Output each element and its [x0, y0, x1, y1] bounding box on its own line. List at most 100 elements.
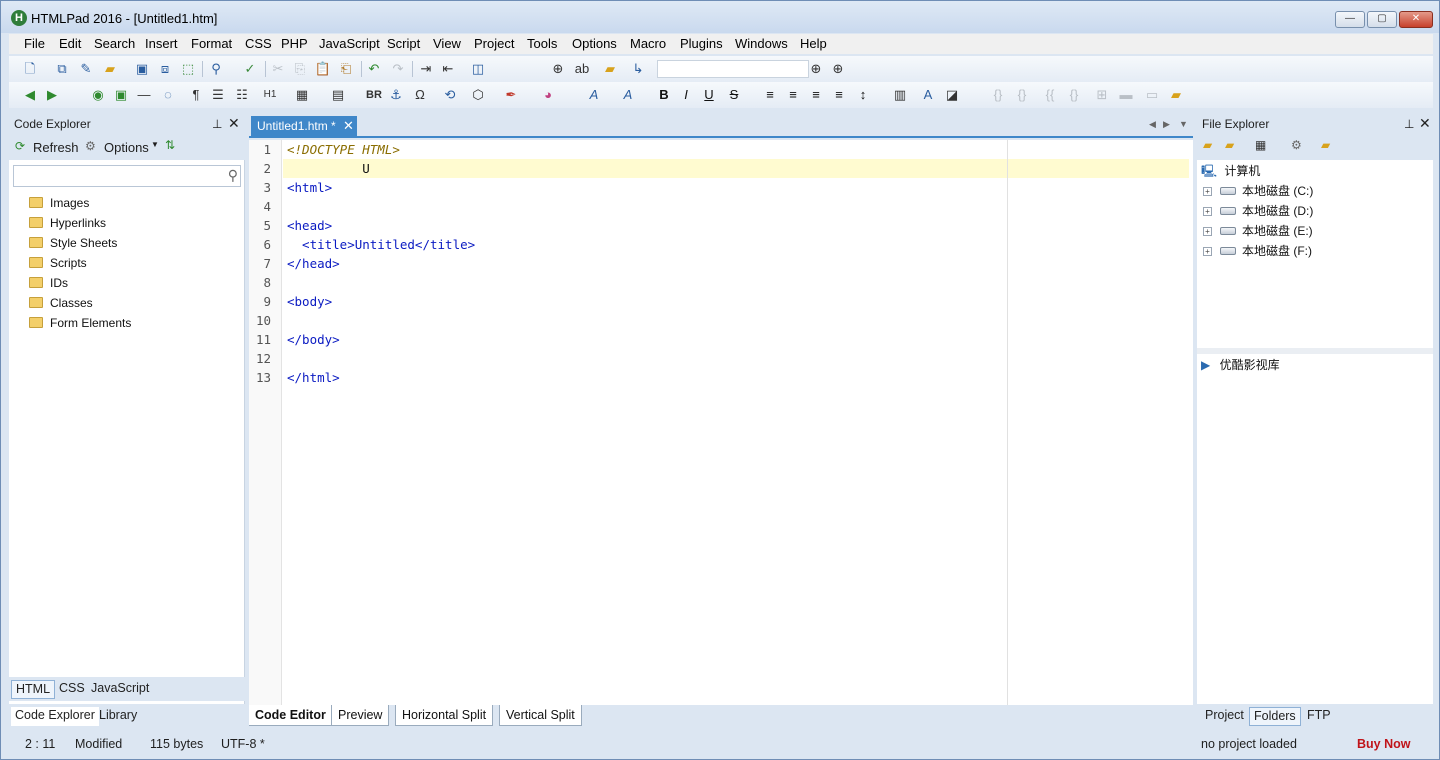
align-left-icon[interactable]: ≡	[761, 86, 779, 104]
special-char-icon[interactable]: Ω	[411, 86, 429, 104]
code-line[interactable]: </body>	[287, 330, 340, 349]
find-icon[interactable]: ⚲	[207, 60, 225, 78]
code-line[interactable]: <!DOCTYPE HTML>	[287, 140, 400, 159]
tab-folders[interactable]: Folders	[1249, 707, 1301, 726]
sort-icon[interactable]: ⇅	[165, 138, 175, 152]
find-next-icon[interactable]: ⊕	[807, 60, 825, 78]
menu-script[interactable]: Script	[387, 36, 420, 51]
tab-horizontal-split[interactable]: Horizontal Split	[395, 705, 494, 726]
options-dropdown-icon[interactable]: ▼	[151, 140, 159, 149]
close-button[interactable]: ✕	[1399, 11, 1433, 28]
replace-icon[interactable]: ab	[573, 60, 591, 78]
goto-icon[interactable]: ↳	[629, 60, 647, 78]
tag-icon[interactable]: ⬡	[469, 86, 487, 104]
code-editor[interactable]: 1 2 3 4 5 6 7 8 9 10 11 12 13 <!DOCTYPE HTML> U <html…	[249, 140, 1193, 705]
tab-ftp[interactable]: FTP	[1303, 707, 1335, 726]
pin-icon[interactable]: ⊥	[1404, 117, 1414, 131]
italic-icon[interactable]: I	[677, 86, 695, 104]
minimize-button[interactable]: —	[1335, 11, 1365, 28]
menu-javascript[interactable]: JavaScript	[319, 36, 380, 51]
pin-icon[interactable]: ⊥	[212, 117, 222, 131]
snippet-icon[interactable]: ⊞	[1093, 86, 1111, 104]
text-color-icon[interactable]: A	[919, 86, 937, 104]
up-folder-icon[interactable]: ▰	[1203, 138, 1212, 152]
tab-code-explorer[interactable]: Code Explorer	[11, 707, 99, 726]
fill-icon[interactable]: ◪	[943, 86, 961, 104]
expand-icon[interactable]: +	[1203, 187, 1212, 196]
code-brackets-icon[interactable]: {{	[1041, 86, 1059, 104]
search-combo[interactable]	[657, 60, 809, 78]
menu-edit[interactable]: Edit	[59, 36, 81, 51]
layout-icon[interactable]: ◫	[469, 60, 487, 78]
horizontal-rule-icon[interactable]: —	[135, 86, 153, 104]
new-folder-icon[interactable]: ▰	[1225, 138, 1234, 152]
tab-untitled1[interactable]: Untitled1.htm * ✕	[251, 116, 357, 138]
code-block-icon[interactable]: {}	[1013, 86, 1031, 104]
menu-tools[interactable]: Tools	[527, 36, 557, 51]
chat-icon[interactable]: ▭	[1143, 86, 1161, 104]
code-line[interactable]: <head>	[287, 216, 332, 235]
paragraph-icon[interactable]: ¶	[187, 86, 205, 104]
code-line[interactable]: <title>Untitled</title>	[287, 235, 475, 254]
code-line[interactable]: <html>	[287, 178, 332, 197]
tab-project[interactable]: Project	[1201, 707, 1248, 726]
expand-icon[interactable]: +	[1203, 227, 1212, 236]
view-mode-icon[interactable]: ▦	[1255, 138, 1266, 152]
edit-icon[interactable]: ✎	[77, 60, 95, 78]
menu-search[interactable]: Search	[94, 36, 135, 51]
refresh-button[interactable]: Refresh	[33, 140, 79, 155]
encoding-status[interactable]: UTF-8 *	[221, 737, 265, 751]
find-prev-icon[interactable]: ⊕	[829, 60, 847, 78]
forward-icon[interactable]: ▶	[43, 86, 61, 104]
open-folder-icon[interactable]: ▰	[101, 60, 119, 78]
maximize-button[interactable]: ▢	[1367, 11, 1397, 28]
tab-html[interactable]: HTML	[11, 680, 56, 699]
tree-item-style-sheets[interactable]: Style Sheets	[29, 234, 117, 252]
indent-icon[interactable]: ⇥	[417, 60, 435, 78]
settings-gear-icon[interactable]: ⚙	[1291, 138, 1302, 152]
tab-preview[interactable]: Preview	[331, 705, 390, 726]
save-all-icon[interactable]: ⧈	[156, 60, 174, 78]
underline-icon[interactable]: U	[700, 86, 718, 104]
find-in-files-icon[interactable]: ▰	[601, 60, 619, 78]
tree-item-form-elements[interactable]: Form Elements	[29, 314, 131, 332]
font-style-icon[interactable]: A	[619, 86, 637, 104]
tree-item-scripts[interactable]: Scripts	[29, 254, 87, 272]
tree-item-drive-e[interactable]: + 本地磁盘 (E:)	[1203, 221, 1313, 241]
favorites-folder-icon[interactable]: ▰	[1321, 138, 1330, 152]
tree-item-drive-c[interactable]: + 本地磁盘 (C:)	[1203, 181, 1313, 201]
paste-icon[interactable]: 📋	[314, 60, 332, 78]
justify-icon[interactable]: ≡	[830, 86, 848, 104]
menu-help[interactable]: Help	[800, 36, 827, 51]
tree-item-drive-d[interactable]: + 本地磁盘 (D:)	[1203, 201, 1313, 221]
save-as-icon[interactable]: ⬚	[179, 60, 197, 78]
save-icon[interactable]: ▣	[133, 60, 151, 78]
spell-check-icon[interactable]: ✓	[241, 60, 259, 78]
options-button[interactable]: Options	[104, 140, 149, 155]
strikethrough-icon[interactable]: S	[725, 86, 743, 104]
comment-icon[interactable]: ◌	[159, 86, 177, 104]
tree-item-ids[interactable]: IDs	[29, 274, 68, 292]
copy-icon[interactable]: ⎘	[291, 60, 309, 78]
marker-icon[interactable]: ✒	[502, 86, 520, 104]
panel-splitter[interactable]	[1197, 348, 1433, 354]
bold-icon[interactable]: B	[655, 86, 673, 104]
tree-item-classes[interactable]: Classes	[29, 294, 93, 312]
menu-plugins[interactable]: Plugins	[680, 36, 723, 51]
outdent-icon[interactable]: ⇤	[439, 60, 457, 78]
line-spacing-icon[interactable]: ↕	[854, 86, 872, 104]
validate-icon[interactable]: ▰	[1167, 86, 1185, 104]
new-file-icon[interactable]: 🗋	[21, 60, 39, 78]
close-panel-icon[interactable]: ✕	[228, 115, 240, 132]
tree-item-images[interactable]: Images	[29, 194, 89, 212]
search-icon[interactable]: ⚲	[228, 167, 238, 184]
menu-php[interactable]: PHP	[281, 36, 308, 51]
form-icon[interactable]: ▤	[329, 86, 347, 104]
bullet-list-icon[interactable]: ☰	[209, 86, 227, 104]
scroll-right-icon[interactable]: ▶	[1163, 119, 1170, 130]
anchor-icon[interactable]: ⚓	[387, 86, 405, 104]
code-fold-icon[interactable]: {}	[989, 86, 1007, 104]
tab-css[interactable]: CSS	[55, 680, 89, 699]
menu-project[interactable]: Project	[474, 36, 514, 51]
menu-view[interactable]: View	[433, 36, 461, 51]
